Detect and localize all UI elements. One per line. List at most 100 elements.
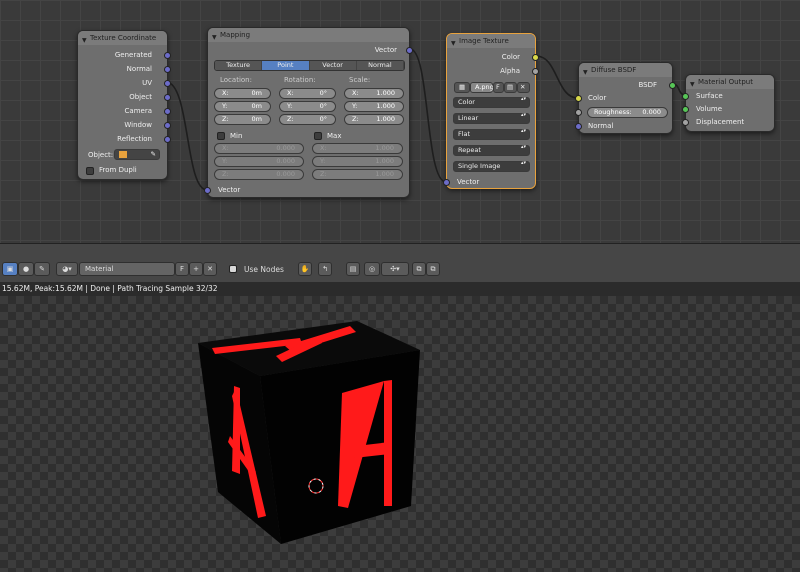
- input-volume: Volume: [696, 105, 723, 113]
- rendered-cube: [198, 321, 420, 544]
- world-shader-button[interactable]: ●: [18, 262, 34, 276]
- socket-reflection[interactable]: [164, 136, 171, 143]
- input-vector: Vector: [457, 178, 480, 186]
- socket-surface-in[interactable]: [682, 93, 689, 100]
- socket-color-in[interactable]: [575, 95, 582, 102]
- socket-window[interactable]: [164, 122, 171, 129]
- paste-nodes-button[interactable]: ⧉: [426, 262, 440, 276]
- cube-icon: ▣: [6, 265, 14, 273]
- collapse-triangle-icon[interactable]: ▼: [451, 37, 456, 51]
- image-open-button[interactable]: ▤: [504, 82, 517, 93]
- projection-dropdown[interactable]: Flat: [453, 129, 530, 140]
- extension-dropdown[interactable]: Repeat: [453, 145, 530, 156]
- socket-camera[interactable]: [164, 108, 171, 115]
- image-icon: ▦: [459, 83, 466, 91]
- rotation-y-field[interactable]: Y: 0°: [279, 101, 336, 112]
- socket-normal[interactable]: [164, 66, 171, 73]
- scale-y-field[interactable]: Y: 1.000: [344, 101, 404, 112]
- max-z-field: Z: 1.000: [312, 169, 403, 180]
- min-z-field: Z: 0.000: [214, 169, 304, 180]
- collapse-triangle-icon[interactable]: ▼: [82, 34, 87, 48]
- socket-bsdf-out[interactable]: [669, 82, 676, 89]
- color-space-dropdown[interactable]: Color: [453, 97, 530, 108]
- new-material-button[interactable]: +: [189, 262, 203, 276]
- socket-volume-in[interactable]: [682, 106, 689, 113]
- source-dropdown[interactable]: Single Image: [453, 161, 530, 172]
- scale-z-field[interactable]: Z: 1.000: [344, 114, 404, 125]
- node-title: Mapping: [220, 31, 251, 39]
- node-title: Diffuse BSDF: [591, 66, 637, 74]
- texture-coordinate-node[interactable]: ▼ Texture Coordinate Generated Normal UV…: [77, 30, 171, 180]
- go-parent-button[interactable]: ↰: [318, 262, 332, 276]
- snap-target-dropdown[interactable]: ✣▾: [381, 262, 409, 276]
- location-z-field[interactable]: Z: 0m: [214, 114, 271, 125]
- image-fake-user-button[interactable]: F: [493, 82, 504, 93]
- node-title: Image Texture: [459, 37, 509, 45]
- type-normal[interactable]: Normal: [356, 61, 404, 70]
- diffuse-bsdf-header[interactable]: ▼ Diffuse BSDF: [579, 63, 672, 77]
- snap-toggle[interactable]: ◎: [364, 262, 380, 276]
- roughness-field[interactable]: Roughness: 0.000: [587, 107, 668, 118]
- collapse-triangle-icon[interactable]: ▼: [690, 78, 695, 92]
- image-browse-button[interactable]: ▦: [454, 82, 470, 93]
- material-browse-button[interactable]: ◕▾: [56, 262, 78, 276]
- socket-roughness-in[interactable]: [575, 109, 582, 116]
- eyedropper-icon[interactable]: ✎: [151, 150, 156, 159]
- image-unlink-button[interactable]: ✕: [517, 82, 530, 93]
- scale-x-field[interactable]: X: 1.000: [344, 88, 404, 99]
- socket-object[interactable]: [164, 94, 171, 101]
- material-output-node[interactable]: ▼ Material Output Surface Volume Displac…: [682, 74, 775, 132]
- object-field[interactable]: ✎: [114, 149, 160, 160]
- rotation-label: Rotation:: [284, 76, 316, 84]
- node-editor[interactable]: ▼ Texture Coordinate Generated Normal UV…: [0, 0, 800, 243]
- socket-normal-in[interactable]: [575, 123, 582, 130]
- socket-alpha-out[interactable]: [532, 68, 539, 75]
- line-style-button[interactable]: ✎: [34, 262, 50, 276]
- type-point[interactable]: Point: [262, 61, 310, 70]
- socket-vector-in[interactable]: [443, 179, 450, 186]
- type-vector[interactable]: Vector: [309, 61, 357, 70]
- texture-coordinate-header[interactable]: ▼ Texture Coordinate: [78, 31, 167, 45]
- rendered-viewport[interactable]: [0, 296, 800, 572]
- socket-generated[interactable]: [164, 52, 171, 59]
- socket-displacement-in[interactable]: [682, 119, 689, 126]
- type-texture[interactable]: Texture: [215, 61, 263, 70]
- socket-vector-out[interactable]: [406, 47, 413, 54]
- globe-icon: ●: [22, 265, 30, 273]
- cube-right-face: [260, 350, 420, 544]
- use-nodes-checkbox[interactable]: [229, 265, 237, 273]
- material-name-field[interactable]: Material: [79, 262, 175, 276]
- output-camera: Camera: [124, 107, 152, 115]
- diffuse-bsdf-node[interactable]: ▼ Diffuse BSDF BSDF Color Roughness: 0.00…: [575, 62, 676, 134]
- interpolation-dropdown[interactable]: Linear: [453, 113, 530, 124]
- material-output-header[interactable]: ▼ Material Output: [686, 75, 774, 89]
- link-mapping-to-image: [409, 48, 447, 183]
- image-texture-header[interactable]: ▼ Image Texture: [447, 34, 535, 48]
- pin-button[interactable]: ✋: [298, 262, 312, 276]
- location-label: Location:: [220, 76, 252, 84]
- unlink-material-button[interactable]: ✕: [203, 262, 217, 276]
- rotation-z-field[interactable]: Z: 0°: [279, 114, 336, 125]
- backdrop-button[interactable]: ▤: [346, 262, 360, 276]
- mapping-type-selector[interactable]: Texture Point Vector Normal: [214, 60, 405, 71]
- copy-nodes-button[interactable]: ⧉: [412, 262, 426, 276]
- socket-vector-in[interactable]: [204, 187, 211, 194]
- socket-color-out[interactable]: [532, 54, 539, 61]
- mapping-header[interactable]: ▼ Mapping: [208, 28, 409, 42]
- min-y-field: Y: 0.000: [214, 156, 304, 167]
- object-shader-button[interactable]: ▣: [2, 262, 18, 276]
- mapping-node[interactable]: ▼ Mapping Vector Texture Point Vector No…: [204, 27, 413, 198]
- input-normal: Normal: [588, 122, 614, 130]
- collapse-triangle-icon[interactable]: ▼: [212, 31, 217, 45]
- material-fake-user-button[interactable]: F: [175, 262, 189, 276]
- location-y-field[interactable]: Y: 0m: [214, 101, 271, 112]
- min-checkbox[interactable]: [217, 132, 225, 140]
- socket-uv[interactable]: [164, 80, 171, 87]
- from-dupli-checkbox[interactable]: [86, 167, 94, 175]
- location-x-field[interactable]: X: 0m: [214, 88, 271, 99]
- collapse-triangle-icon[interactable]: ▼: [583, 66, 588, 80]
- image-texture-node[interactable]: ▼ Image Texture Color Alpha ▦ A.png F ▤ …: [443, 33, 539, 189]
- rotation-x-field[interactable]: X: 0°: [279, 88, 336, 99]
- max-checkbox[interactable]: [314, 132, 322, 140]
- image-name-field[interactable]: A.png: [470, 82, 494, 93]
